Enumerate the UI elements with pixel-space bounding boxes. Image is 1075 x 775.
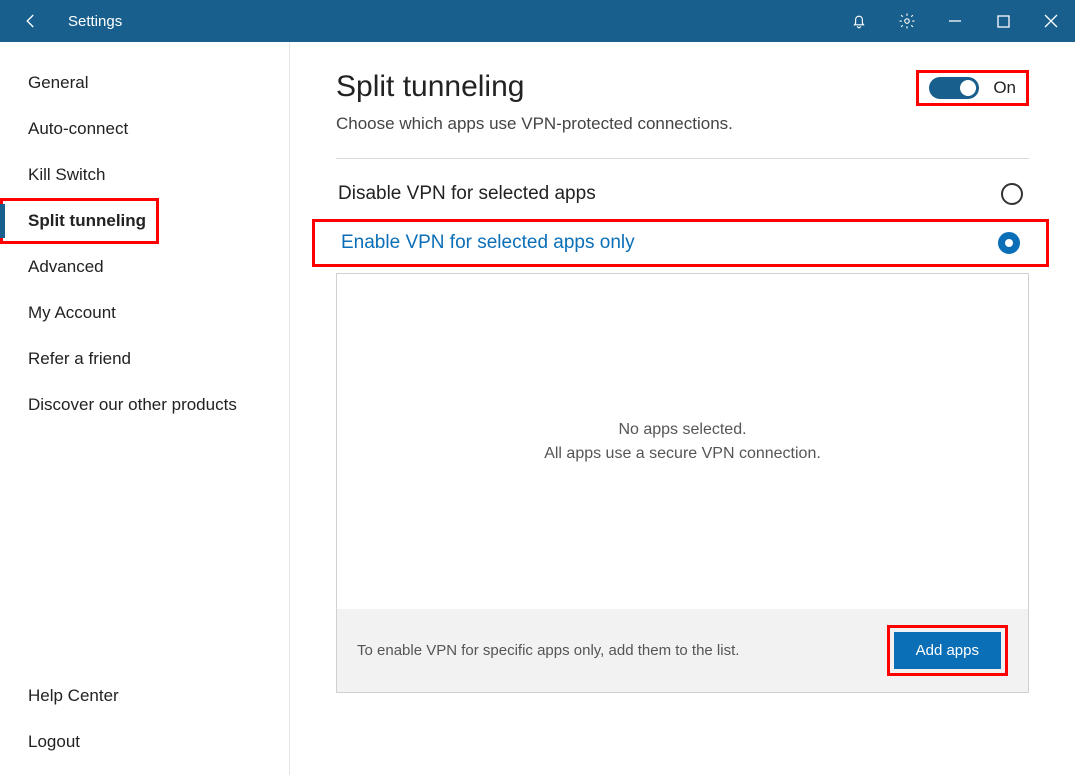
sidebar-item-advanced[interactable]: Advanced: [0, 244, 289, 290]
minimize-button[interactable]: [931, 0, 979, 42]
sidebar-item-my-account[interactable]: My Account: [0, 290, 289, 336]
sidebar: General Auto-connect Kill Switch Split t…: [0, 42, 290, 775]
empty-line-1: No apps selected.: [618, 418, 746, 442]
page-subtitle: Choose which apps use VPN-protected conn…: [336, 114, 733, 134]
sidebar-item-general[interactable]: General: [0, 60, 289, 106]
close-button[interactable]: [1027, 0, 1075, 42]
sidebar-item-label: My Account: [28, 303, 116, 322]
split-tunneling-toggle[interactable]: [929, 77, 979, 99]
toggle-state-label: On: [993, 78, 1016, 98]
sidebar-item-label: Auto-connect: [28, 119, 128, 138]
sidebar-item-label: Kill Switch: [28, 165, 105, 184]
sidebar-item-help-center[interactable]: Help Center: [0, 673, 289, 719]
radio-icon: [998, 232, 1020, 254]
option-enable-vpn-selected-apps-only[interactable]: Enable VPN for selected apps only: [312, 219, 1049, 267]
notifications-icon[interactable]: [835, 0, 883, 42]
sidebar-item-label: Split tunneling: [28, 211, 146, 230]
window-title: Settings: [50, 13, 122, 30]
sidebar-item-auto-connect[interactable]: Auto-connect: [0, 106, 289, 152]
sidebar-item-split-tunneling[interactable]: Split tunneling: [0, 198, 159, 244]
sidebar-item-label: Refer a friend: [28, 349, 131, 368]
option-disable-vpn-selected-apps[interactable]: Disable VPN for selected apps: [336, 169, 1029, 219]
sidebar-item-logout[interactable]: Logout: [0, 719, 289, 765]
apps-empty-state: No apps selected. All apps use a secure …: [337, 274, 1028, 609]
back-button[interactable]: [12, 0, 50, 42]
sidebar-item-refer-a-friend[interactable]: Refer a friend: [0, 336, 289, 382]
option-label: Disable VPN for selected apps: [338, 183, 596, 205]
sidebar-item-label: Discover our other products: [28, 395, 237, 414]
sidebar-item-label: Help Center: [28, 686, 119, 705]
main-content: Split tunneling Choose which apps use VP…: [290, 42, 1075, 775]
page-title: Split tunneling: [336, 70, 733, 104]
sidebar-item-label: General: [28, 73, 88, 92]
apps-footer: To enable VPN for specific apps only, ad…: [337, 609, 1028, 692]
settings-gear-icon[interactable]: [883, 0, 931, 42]
empty-line-2: All apps use a secure VPN connection.: [544, 442, 821, 466]
radio-icon: [1001, 183, 1023, 205]
apps-list-box: No apps selected. All apps use a secure …: [336, 273, 1029, 693]
add-apps-highlight: Add apps: [887, 625, 1008, 676]
sidebar-item-discover-products[interactable]: Discover our other products: [0, 382, 289, 428]
title-bar: Settings: [0, 0, 1075, 42]
maximize-button[interactable]: [979, 0, 1027, 42]
add-apps-button[interactable]: Add apps: [894, 632, 1001, 669]
apps-footer-text: To enable VPN for specific apps only, ad…: [357, 642, 867, 659]
sidebar-item-label: Logout: [28, 732, 80, 751]
divider: [336, 158, 1029, 159]
option-label: Enable VPN for selected apps only: [341, 232, 635, 254]
sidebar-item-kill-switch[interactable]: Kill Switch: [0, 152, 289, 198]
split-tunneling-toggle-wrap: On: [916, 70, 1029, 106]
sidebar-item-label: Advanced: [28, 257, 104, 276]
